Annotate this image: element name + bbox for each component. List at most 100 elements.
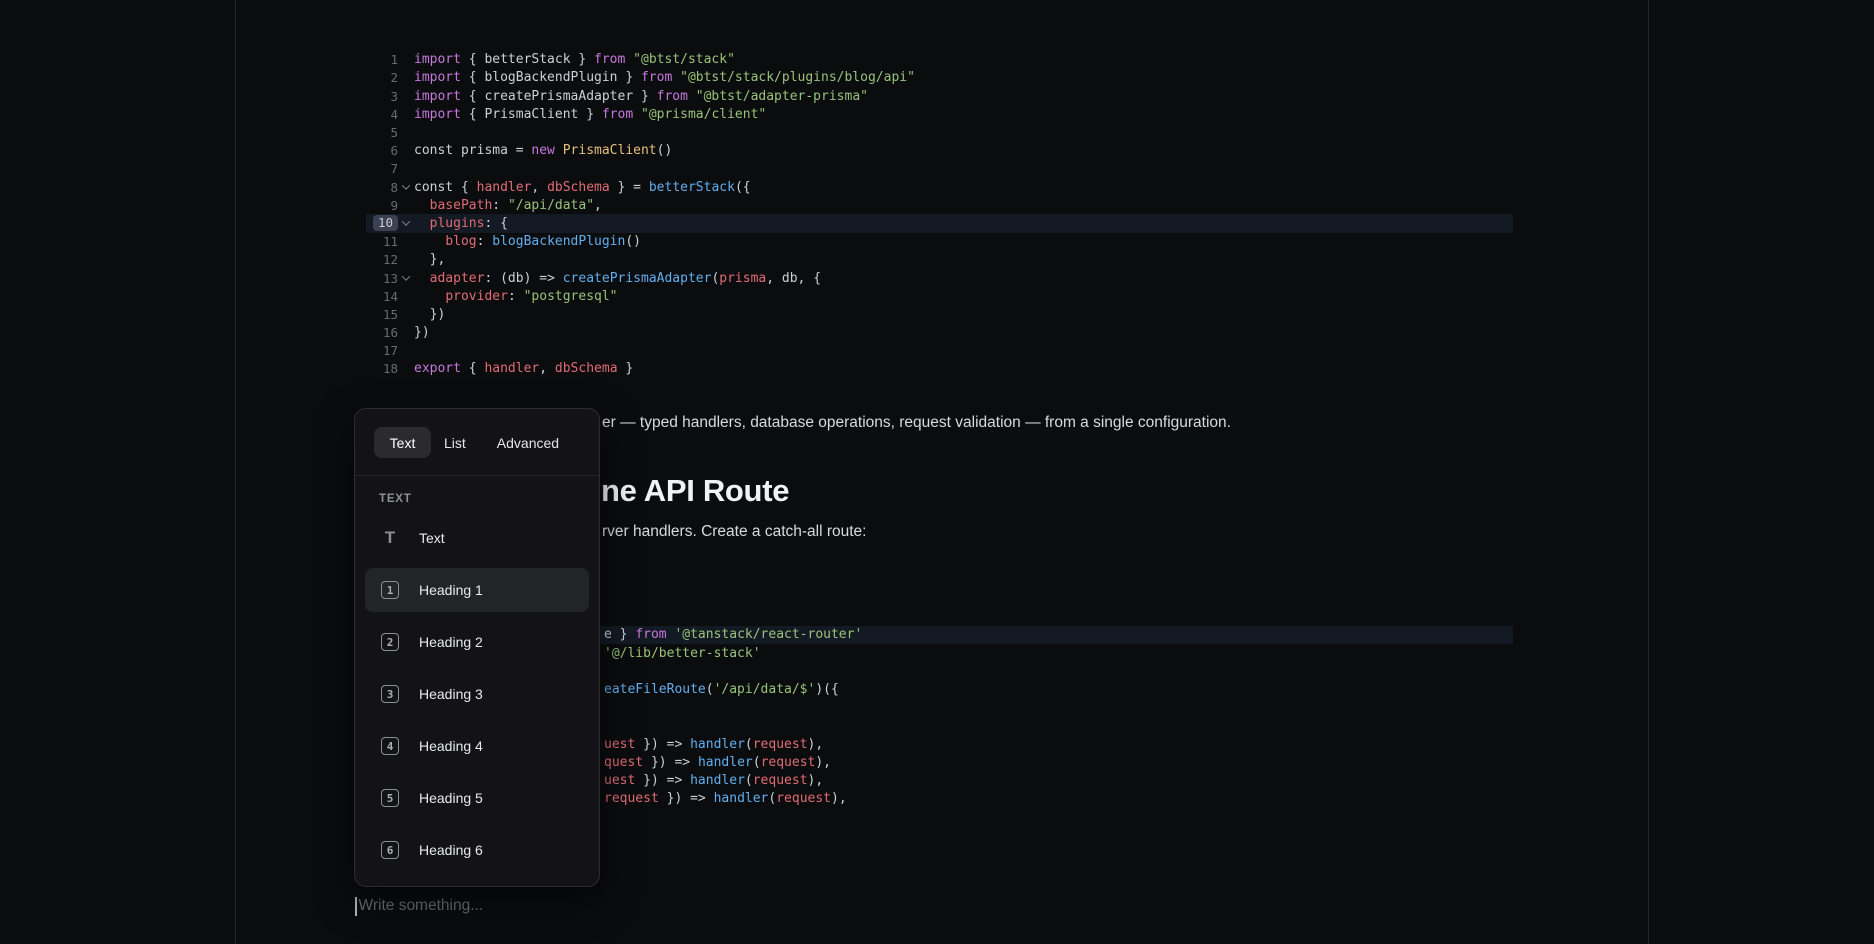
menu-item-heading-2[interactable]: 2Heading 2: [365, 620, 589, 664]
empty-block-input[interactable]: Write something...: [355, 896, 483, 916]
code-line: 16}): [366, 324, 1513, 342]
code-line-text: e } from '@tanstack/react-router': [604, 627, 862, 642]
line-number: 6: [366, 143, 398, 158]
code-token: request: [753, 737, 808, 752]
line-number: 7: [366, 161, 398, 176]
fold-slot[interactable]: [398, 184, 414, 190]
code-line-text: import { betterStack } from "@btst/stack…: [414, 52, 735, 67]
code-token: : {: [484, 216, 507, 231]
code-token: dbSchema: [555, 361, 618, 376]
code-line-text: }): [414, 307, 445, 322]
code-token: }: [618, 361, 634, 376]
code-token: [414, 271, 430, 286]
code-token: (: [753, 755, 761, 770]
code-token: e }: [604, 627, 635, 642]
code-line-text: uest }) => handler(request),: [604, 773, 823, 788]
code-token: adapter: [430, 271, 485, 286]
code-token: }) =>: [643, 755, 698, 770]
code-token: [414, 234, 445, 249]
code-token: import: [414, 52, 461, 67]
menu-item-text[interactable]: TText: [365, 516, 589, 560]
code-token: ),: [808, 773, 824, 788]
code-token: handler: [690, 773, 745, 788]
line-number: 17: [366, 343, 398, 358]
code-token: '/api/data/$': [714, 682, 816, 697]
code-token: ),: [815, 755, 831, 770]
code-token: [414, 198, 430, 213]
fold-slot[interactable]: [398, 220, 414, 226]
code-line-text: provider: "postgresql": [414, 289, 618, 304]
code-token: from: [657, 89, 688, 104]
code-token: import: [414, 70, 461, 85]
code-token: plugins: [430, 216, 485, 231]
code-line-text: }): [414, 325, 430, 340]
code-token: (: [706, 682, 714, 697]
code-token: {: [461, 361, 484, 376]
section-heading-fragment[interactable]: ne API Route: [601, 473, 789, 509]
tab-text[interactable]: Text: [374, 427, 431, 458]
code-token: (): [657, 143, 673, 158]
code-token: { createPrismaAdapter }: [461, 89, 657, 104]
code-line: 2import { blogBackendPlugin } from "@bts…: [366, 69, 1513, 87]
code-token: (: [745, 737, 753, 752]
line-number: 14: [366, 289, 398, 304]
code-token: }): [414, 307, 445, 322]
active-line-number-badge: 10: [373, 215, 398, 231]
menu-item-heading-1[interactable]: 1Heading 1: [365, 568, 589, 612]
code-token: : (db) =>: [484, 271, 562, 286]
fold-chevron-down-icon[interactable]: [402, 181, 410, 189]
line-number: 4: [366, 107, 398, 122]
menu-item-label: Heading 1: [419, 582, 483, 598]
code-token: }) =>: [659, 791, 714, 806]
line-number: 15: [366, 307, 398, 322]
menu-item-label: Text: [419, 530, 445, 546]
tab-list[interactable]: List: [444, 435, 466, 451]
code-line-text: },: [414, 252, 445, 267]
line-number: 10: [366, 215, 398, 231]
code-token: "@btst/adapter-prisma": [688, 89, 868, 104]
code-token: ),: [808, 737, 824, 752]
code-token: [414, 289, 445, 304]
menu-item-heading-4[interactable]: 4Heading 4: [365, 724, 589, 768]
subtext-fragment[interactable]: rver handlers. Create a catch-all route:: [602, 523, 866, 541]
code-block-betterstack-config[interactable]: 1import { betterStack } from "@btst/stac…: [366, 51, 1513, 378]
code-token: ),: [831, 791, 847, 806]
menu-item-heading-5[interactable]: 5Heading 5: [365, 776, 589, 820]
line-number: 11: [366, 234, 398, 249]
code-token: PrismaClient: [555, 143, 657, 158]
code-line: 3import { createPrismaAdapter } from "@b…: [366, 87, 1513, 105]
code-token: "postgresql": [524, 289, 618, 304]
code-token: )({: [815, 682, 838, 697]
fold-slot[interactable]: [398, 275, 414, 281]
fold-chevron-down-icon[interactable]: [402, 272, 410, 280]
heading-6-icon: 6: [381, 841, 399, 859]
menu-item-label: Heading 6: [419, 842, 483, 858]
content-left-border: [235, 0, 236, 944]
code-line: 14 provider: "postgresql": [366, 287, 1513, 305]
tab-advanced[interactable]: Advanced: [497, 435, 559, 451]
code-line-text: blog: blogBackendPlugin(): [414, 234, 641, 249]
code-token: (: [745, 773, 753, 788]
paragraph-fragment[interactable]: er — typed handlers, database operations…: [602, 414, 1231, 432]
code-token: uest: [604, 773, 635, 788]
heading-2-icon: 2: [381, 633, 399, 651]
menu-item-label: Heading 5: [419, 790, 483, 806]
code-line-text: adapter: (db) => createPrismaAdapter(pri…: [414, 271, 821, 286]
code-token: from: [602, 107, 633, 122]
slash-menu-tabs: Text List Advanced: [355, 409, 599, 458]
line-number: 16: [366, 325, 398, 340]
heading-4-icon: 4: [381, 737, 399, 755]
code-line: 8const { handler, dbSchema } = betterSta…: [366, 178, 1513, 196]
menu-item-heading-6[interactable]: 6 Heading 6: [365, 828, 589, 872]
menu-item-heading-3[interactable]: 3Heading 3: [365, 672, 589, 716]
code-line: 6const prisma = new PrismaClient(): [366, 142, 1513, 160]
code-line: 1import { betterStack } from "@btst/stac…: [366, 51, 1513, 69]
fold-chevron-down-icon[interactable]: [402, 218, 410, 226]
tabs-divider: [355, 475, 599, 476]
code-token: basePath: [430, 198, 493, 213]
code-token: }) =>: [635, 737, 690, 752]
code-token: request: [604, 791, 659, 806]
code-line: 7: [366, 160, 1513, 178]
code-token: handler: [698, 755, 753, 770]
code-token: { PrismaClient }: [461, 107, 602, 122]
